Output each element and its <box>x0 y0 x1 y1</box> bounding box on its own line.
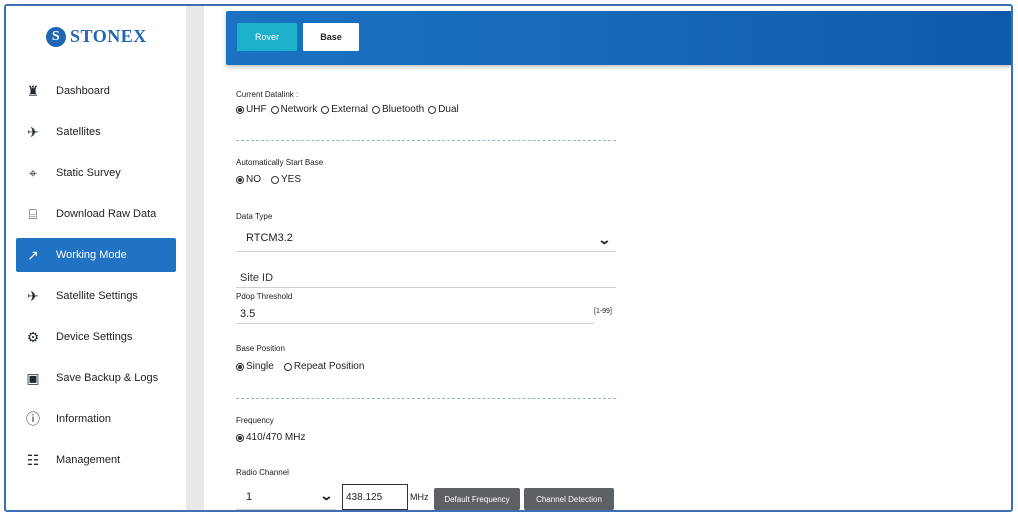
sidebar-item-dashboard[interactable]: ♜ Dashboard <box>16 74 176 108</box>
frequency-radio-dot[interactable] <box>236 433 244 442</box>
logo-text: STONEX <box>70 26 147 46</box>
sidebar-item-information[interactable]: ⓘ Information <box>16 402 176 436</box>
radio-option[interactable]: External <box>321 104 368 115</box>
frequency-radio[interactable]: 410/470 MHz <box>236 432 305 443</box>
radio-label: Bluetooth <box>381 104 425 115</box>
radio-label: YES <box>281 174 302 185</box>
chevron-down-icon: ⌄ <box>319 488 334 503</box>
sidebar-item-static-survey[interactable]: ⌖ Static Survey <box>16 156 176 190</box>
sidebar-item-save-backup-logs[interactable]: ▣ Save Backup & Logs <box>16 361 176 395</box>
pdop-input[interactable]: 3.5 <box>236 304 594 324</box>
sidebar-item-device-settings[interactable]: ⚙ Device Settings <box>16 320 176 354</box>
satellite-settings-icon: ✈ <box>27 287 39 304</box>
radio-option[interactable]: Network <box>270 104 318 115</box>
radio-button[interactable] <box>270 105 279 114</box>
satellite-icon: ✈ <box>27 123 39 140</box>
radio-label: Repeat Position <box>293 361 365 372</box>
home-icon: ♜ <box>26 82 40 99</box>
radio-option[interactable]: Single <box>236 361 274 372</box>
mode-header: Rover Base <box>226 11 1011 65</box>
radio-label: UHF <box>246 104 267 115</box>
pdop-label: Pdop Threshold <box>236 292 293 301</box>
mhz-unit: MHz <box>410 492 429 502</box>
sidebar-item-label: Static Survey <box>56 167 121 179</box>
sidebar-item-label: Working Mode <box>56 249 127 261</box>
channel-value: 1 <box>246 490 253 503</box>
radio-button[interactable] <box>283 362 292 371</box>
sidebar-item-label: Satellite Settings <box>56 290 138 302</box>
sidebar-item-download-raw-data[interactable]: ⌸ Download Raw Data <box>16 197 176 231</box>
working-mode-icon: ↗ <box>27 246 39 263</box>
sidebar-item-label: Device Settings <box>56 331 133 343</box>
channel-detection-button[interactable]: Channel Detection <box>524 488 614 510</box>
sidebar-item-label: Information <box>56 413 112 425</box>
base-position-radio-group: Single Repeat Position <box>236 361 374 372</box>
radio-label: NO <box>246 174 261 185</box>
backup-icon: ▣ <box>26 369 40 386</box>
radio-button[interactable] <box>236 175 244 184</box>
radio-label: Dual <box>438 104 459 115</box>
management-icon: ☷ <box>26 451 40 468</box>
pdop-range: [1-99] <box>594 308 612 315</box>
section-divider <box>236 140 616 141</box>
chevron-down-icon: ⌄ <box>597 232 612 247</box>
radio-button[interactable] <box>236 362 244 371</box>
data-type-select[interactable]: RTCM3.2 ⌄ <box>236 224 616 252</box>
default-frequency-button[interactable]: Default Frequency <box>434 488 520 510</box>
stonex-logo: S STONEX <box>46 26 147 47</box>
data-type-label: Data Type <box>236 212 273 221</box>
radio-label: External <box>331 104 368 115</box>
sidebar-item-label: Save Backup & Logs <box>56 372 159 384</box>
radio-button[interactable] <box>371 105 380 114</box>
sidebar-divider <box>186 6 204 510</box>
location-pin-icon: ⌖ <box>29 164 37 181</box>
sidebar-item-satellites[interactable]: ✈ Satellites <box>16 115 176 149</box>
sidebar: S STONEX ♜ Dashboard ✈ Satellites ⌖ Static Su… <box>6 6 186 510</box>
site-id-input[interactable]: Site ID <box>236 268 616 288</box>
radio-option[interactable]: Dual <box>428 104 459 115</box>
radio-button[interactable] <box>321 105 330 114</box>
auto-start-label: Automatically Start Base <box>236 158 324 167</box>
info-icon: ⓘ <box>26 411 40 427</box>
radio-label: Network <box>280 104 318 115</box>
frequency-input[interactable]: 438.125 <box>342 484 408 510</box>
base-position-label: Base Position <box>236 344 285 353</box>
radio-button[interactable] <box>428 105 437 114</box>
sidebar-item-label: Management <box>56 454 121 466</box>
radio-button[interactable] <box>236 105 244 114</box>
radio-option[interactable]: UHF <box>236 104 267 115</box>
datalink-radio-group: UHF Network External Bluetooth Dual <box>236 104 463 115</box>
rover-button[interactable]: Rover <box>237 23 297 51</box>
section-divider <box>236 398 616 399</box>
device-settings-icon: ⚙ <box>26 328 40 345</box>
frequency-input-value: 438.125 <box>346 491 383 503</box>
data-type-value: RTCM3.2 <box>246 231 293 244</box>
frequency-value: 410/470 MHz <box>246 432 306 443</box>
base-button[interactable]: Base <box>303 23 359 51</box>
site-id-placeholder: Site ID <box>240 271 274 284</box>
radio-channel-label: Radio Channel <box>236 468 289 477</box>
sidebar-item-working-mode[interactable]: ↗ Working Mode <box>16 238 176 272</box>
radio-option[interactable]: Bluetooth <box>371 104 425 115</box>
frequency-label: Frequency <box>236 416 274 425</box>
radio-option[interactable]: NO <box>236 174 261 185</box>
radio-option[interactable]: YES <box>271 174 301 185</box>
pdop-value: 3.5 <box>240 307 256 320</box>
logo-mark: S <box>46 26 66 47</box>
auto-start-radio-group: NO YES <box>236 174 311 185</box>
datalink-label: Current Datalink : <box>236 90 299 99</box>
download-icon: ⌸ <box>28 205 38 222</box>
channel-select[interactable]: 1 ⌄ <box>236 484 336 510</box>
radio-label: Single <box>246 361 274 372</box>
sidebar-item-label: Satellites <box>56 126 101 138</box>
sidebar-item-label: Dashboard <box>56 85 110 97</box>
sidebar-item-satellite-settings[interactable]: ✈ Satellite Settings <box>16 279 176 313</box>
sidebar-item-label: Download Raw Data <box>56 208 157 220</box>
radio-option[interactable]: Repeat Position <box>283 361 365 372</box>
sidebar-item-management[interactable]: ☷ Management <box>16 443 176 477</box>
radio-button[interactable] <box>271 175 279 184</box>
main-content: Rover Base Current Datalink : UHF Network… <box>204 6 1011 510</box>
app-window: S STONEX ♜ Dashboard ✈ Satellites ⌖ Static Su… <box>4 4 1013 512</box>
sidebar-nav: ♜ Dashboard ✈ Satellites ⌖ Static Survey ⌸ Down… <box>16 74 176 484</box>
